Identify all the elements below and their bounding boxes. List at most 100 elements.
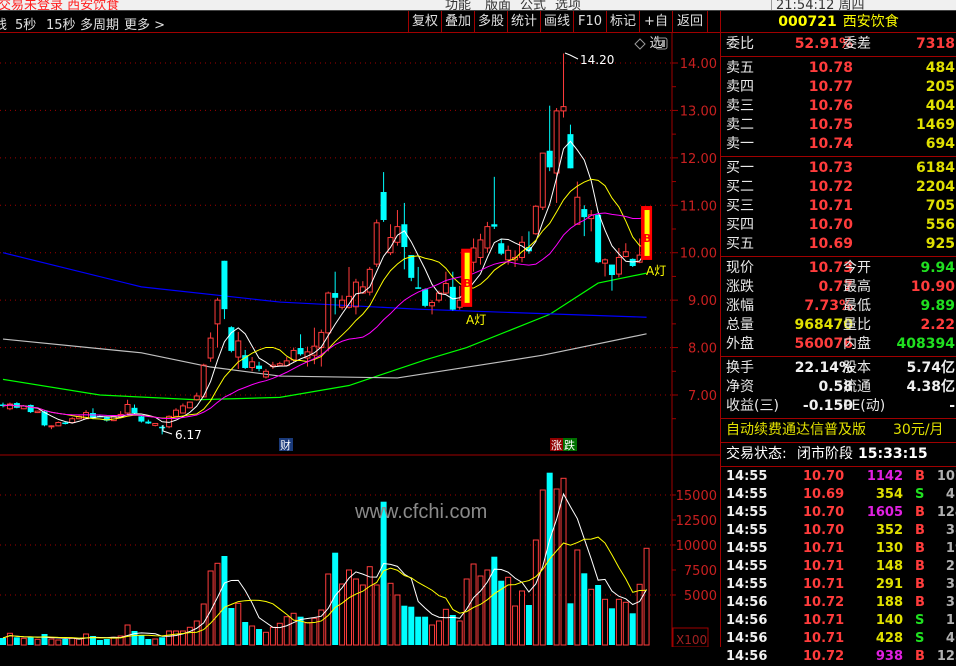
menu-options[interactable]: 选项 (555, 0, 581, 10)
buy-level[interactable]: 买五 10.69 925 (721, 235, 956, 254)
statistics-button[interactable]: 统计 (507, 11, 540, 33)
level-label: 买二 (726, 179, 754, 195)
tick-side: B (915, 469, 925, 484)
panel-toggle-icon[interactable] (655, 37, 668, 50)
candle-down (138, 416, 145, 422)
candle-down (332, 293, 339, 298)
stat-label: 今开 (843, 260, 871, 276)
menu-formula[interactable]: 公式 (520, 0, 546, 10)
candle-up (484, 226, 491, 249)
promo-price[interactable]: 30元/月 (893, 421, 944, 440)
tick-row[interactable]: 14:55 10.71 130 B 19 (721, 540, 956, 558)
promo-banner[interactable]: 自动续费通达信普及版 30元/月 (721, 419, 956, 443)
ma20-line (2, 212, 647, 420)
buy-level[interactable]: 买二 10.72 2204 (721, 178, 956, 197)
level-price: 10.75 (808, 117, 853, 133)
tick-row[interactable]: 14:56 10.72 188 B 32 (721, 594, 956, 612)
volume-bar-down (13, 637, 20, 645)
price-tick-label: 10.00 (680, 247, 717, 262)
sell-level[interactable]: 卖四 10.77 205 (721, 78, 956, 97)
volume-bar-up (574, 549, 581, 646)
back-button[interactable]: 返回 (672, 11, 708, 33)
stat-label: 流通 (843, 379, 871, 395)
volume-bar-down (96, 640, 103, 645)
volume-bar-down (41, 634, 48, 645)
draw-line-button[interactable]: 画线 (540, 11, 573, 33)
volume-bar-down (581, 573, 588, 645)
buy-level[interactable]: 买三 10.71 705 (721, 197, 956, 216)
signal-letter: B (463, 277, 471, 290)
tick-row[interactable]: 14:56 10.71 428 S 46 (721, 630, 956, 648)
mark-button[interactable]: 标记 (606, 11, 639, 33)
volume-bar-up (325, 573, 332, 646)
tick-volume: 1142 (866, 469, 903, 484)
stat-label: 最低 (843, 298, 871, 314)
tick-price: 10.70 (803, 469, 845, 484)
volume-bar-down (256, 629, 263, 645)
tick-row[interactable]: 14:55 10.71 291 B 33 (721, 576, 956, 594)
overlay-button[interactable]: 叠加 (441, 11, 474, 33)
tick-side: B (915, 505, 925, 520)
period-5s[interactable]: 5秒 (15, 14, 36, 33)
f10-button[interactable]: F10 (573, 11, 606, 33)
candle-down (27, 404, 34, 413)
tick-row[interactable]: 14:55 10.70 1605 B 124 (721, 504, 956, 522)
menu-layout[interactable]: 版面 (485, 0, 511, 10)
ma5-line (2, 140, 647, 424)
volume-bar-up (283, 616, 290, 646)
volume-bar-down (422, 616, 429, 645)
tick-row[interactable]: 14:55 10.70 352 B 38 (721, 522, 956, 540)
order-diff-label: 委差 (843, 36, 871, 52)
tick-count: 124 (936, 505, 956, 520)
tick-price: 10.71 (803, 577, 845, 592)
volume-tick-label: 12500 (676, 514, 717, 529)
event-die-label: 跌 (564, 438, 575, 452)
buy-level[interactable]: 买四 10.70 556 (721, 216, 956, 235)
more-menu[interactable]: 更多 > (124, 14, 165, 33)
stat-label: 量比 (843, 317, 871, 333)
chart-toolbar: 线 5秒 15秒 多周期 更多 > 复权 叠加 多股 统计 画线 F10 标记 … (0, 11, 720, 51)
multi-period[interactable]: 多周期 (80, 14, 119, 33)
promo-text[interactable]: 自动续费通达信普及版 (726, 421, 866, 440)
period-15s[interactable]: 15秒 (46, 14, 76, 33)
stat-label: 最高 (843, 279, 871, 295)
sell-level[interactable]: 卖三 10.76 404 (721, 97, 956, 116)
candle-up (574, 196, 581, 225)
period-line[interactable]: 线 (0, 14, 7, 33)
kline-chart[interactable]: 14.00 13.00 12.00 11.00 10.00 9.00 8.00 7.00 150… (0, 33, 720, 647)
volume-bar-down (27, 637, 34, 645)
add-watchlist-button[interactable]: +自选 (639, 11, 672, 51)
volume-tick-label: 7500 (684, 564, 717, 579)
volume-bar-down (221, 556, 228, 645)
menu-function[interactable]: 功能 (445, 0, 471, 10)
volume-bar-up (602, 598, 609, 646)
level-label: 买五 (726, 236, 754, 252)
tick-time: 14:55 (726, 523, 768, 538)
volume-bar-up (186, 626, 193, 646)
volume-bar-up (519, 590, 525, 646)
tick-price: 10.70 (803, 523, 845, 538)
sell-level[interactable]: 卖一 10.74 694 (721, 135, 956, 154)
sell-level[interactable]: 卖五 10.78 484 (721, 59, 956, 78)
volume-unit: X100 (676, 633, 707, 647)
tick-row[interactable]: 14:55 10.69 354 S 41 (721, 486, 956, 504)
tick-row[interactable]: 14:56 10.71 140 S 15 (721, 612, 956, 630)
sell-level[interactable]: 卖二 10.75 1469 (721, 116, 956, 135)
tick-row[interactable]: 14:56 10.72 938 B 123 (721, 648, 956, 666)
event-zhangdie-badge[interactable]: 涨 跌 (550, 438, 577, 452)
diamond-icon[interactable] (634, 38, 646, 50)
adjust-button[interactable]: 复权 (408, 11, 441, 33)
event-cai-badge[interactable]: 财 (279, 438, 293, 452)
order-ratio-label: 委比 (726, 36, 754, 52)
tick-row[interactable]: 14:55 10.70 1142 B 107 (721, 468, 956, 486)
tick-side: B (915, 595, 925, 610)
stat-label: 内盘 (843, 336, 871, 352)
candle-down (408, 255, 415, 278)
multi-stock-button[interactable]: 多股 (474, 11, 507, 33)
window-title: 交易未登录 西安饮食 (0, 0, 120, 11)
buy-level[interactable]: 买一 10.73 6184 (721, 159, 956, 178)
volume-bar-up (352, 578, 359, 646)
tick-row[interactable]: 14:55 10.71 148 B 22 (721, 558, 956, 576)
tick-list[interactable]: 14:5510.701142B10714:5510.69354S4114:551… (721, 467, 956, 666)
volume-bar-up (269, 626, 276, 646)
